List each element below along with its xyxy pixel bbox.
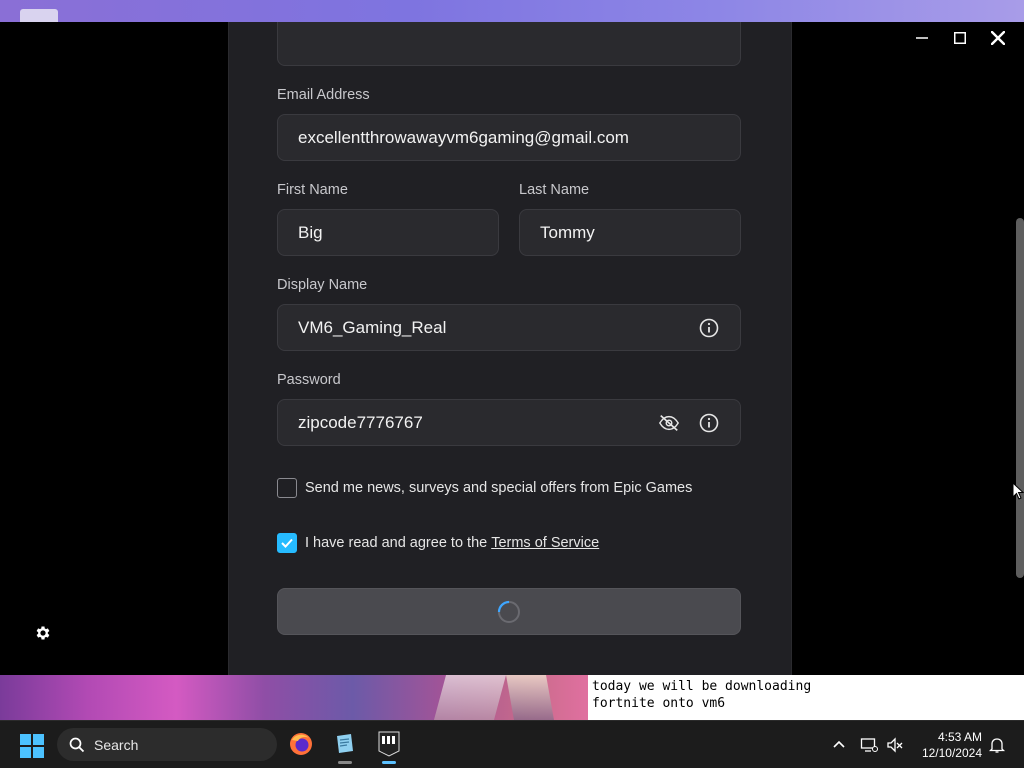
previous-field-input[interactable]: [277, 22, 741, 66]
tos-prefix: I have read and agree to the: [305, 535, 488, 551]
email-value: excellentthrowawayvm6gaming@gmail.com: [298, 127, 629, 147]
running-indicator-active: [382, 761, 396, 764]
taskbar: Search 4:53 AM 12/10/2024: [0, 720, 1024, 768]
taskbar-notepad[interactable]: [330, 729, 360, 764]
email-field[interactable]: excellentthrowawayvm6gaming@gmail.com: [277, 114, 741, 161]
first-name-value: Big: [298, 222, 323, 242]
tos-option: I have read and agree to the Terms of Se…: [277, 533, 599, 553]
last-name-field[interactable]: Tommy: [519, 209, 741, 256]
taskbar-search-box[interactable]: Search: [57, 728, 277, 761]
newsletter-checkbox[interactable]: [277, 478, 297, 498]
chevron-up-icon[interactable]: [830, 736, 848, 754]
desktop-wallpaper-top: [0, 0, 1024, 22]
loading-spinner-icon: [497, 600, 520, 623]
mouse-cursor-icon: [1012, 481, 1024, 505]
first-name-label: First Name: [277, 182, 348, 198]
last-name-label: Last Name: [519, 182, 590, 198]
desktop-wallpaper-strip: [0, 675, 588, 720]
maximize-button[interactable]: [948, 28, 972, 48]
network-icon[interactable]: [860, 736, 878, 754]
close-button[interactable]: [986, 28, 1010, 48]
tos-checkbox[interactable]: [277, 533, 297, 553]
display-name-value: VM6_Gaming_Real: [298, 317, 447, 337]
settings-gear-icon[interactable]: [34, 624, 52, 642]
first-name-field[interactable]: Big: [277, 209, 499, 256]
newsletter-option: Send me news, surveys and special offers…: [277, 478, 692, 498]
password-field[interactable]: zipcode7776767: [277, 399, 741, 446]
search-placeholder: Search: [94, 736, 139, 753]
windows-start-icon[interactable]: [20, 734, 44, 758]
last-name-value: Tommy: [540, 222, 595, 242]
password-value: zipcode7776767: [298, 412, 423, 432]
window-controls: [910, 28, 1010, 48]
minimize-button[interactable]: [910, 28, 934, 48]
terms-of-service-link[interactable]: Terms of Service: [491, 535, 599, 551]
volume-muted-icon[interactable]: [886, 736, 904, 754]
clock-time: 4:53 AM: [937, 730, 982, 744]
newsletter-label: Send me news, surveys and special offers…: [305, 480, 693, 496]
firefox-icon: [290, 733, 312, 755]
notepad-icon: [337, 734, 353, 753]
epic-games-icon: [378, 731, 400, 757]
notification-bell-icon[interactable]: [988, 736, 1006, 754]
submit-button[interactable]: [277, 588, 741, 635]
caption-overlay: today we will be downloading fortnite on…: [588, 675, 1024, 720]
caption-line-2: fortnite onto vm6: [592, 696, 726, 711]
info-icon[interactable]: [698, 317, 720, 339]
password-label: Password: [277, 372, 341, 388]
display-name-field[interactable]: VM6_Gaming_Real: [277, 304, 741, 351]
running-indicator: [338, 761, 352, 764]
clock-date: 12/10/2024: [921, 746, 982, 760]
signup-form-panel: Email Address excellentthrowawayvm6gamin…: [228, 22, 792, 675]
checkmark-icon: [281, 538, 293, 548]
taskbar-epic-games[interactable]: [374, 729, 404, 764]
scrollbar-thumb[interactable]: [1016, 218, 1024, 578]
search-icon: [69, 737, 85, 752]
info-icon[interactable]: [698, 412, 720, 434]
eye-slash-icon[interactable]: [658, 412, 680, 434]
taskbar-firefox[interactable]: [286, 729, 316, 759]
taskbar-clock[interactable]: 4:53 AM 12/10/2024: [918, 729, 982, 761]
display-name-label: Display Name: [277, 277, 368, 293]
epic-games-launcher-window: Email Address excellentthrowawayvm6gamin…: [0, 22, 1024, 675]
email-label: Email Address: [277, 87, 370, 103]
caption-line-1: today we will be downloading: [592, 679, 812, 694]
background-window-tab[interactable]: [20, 9, 58, 22]
